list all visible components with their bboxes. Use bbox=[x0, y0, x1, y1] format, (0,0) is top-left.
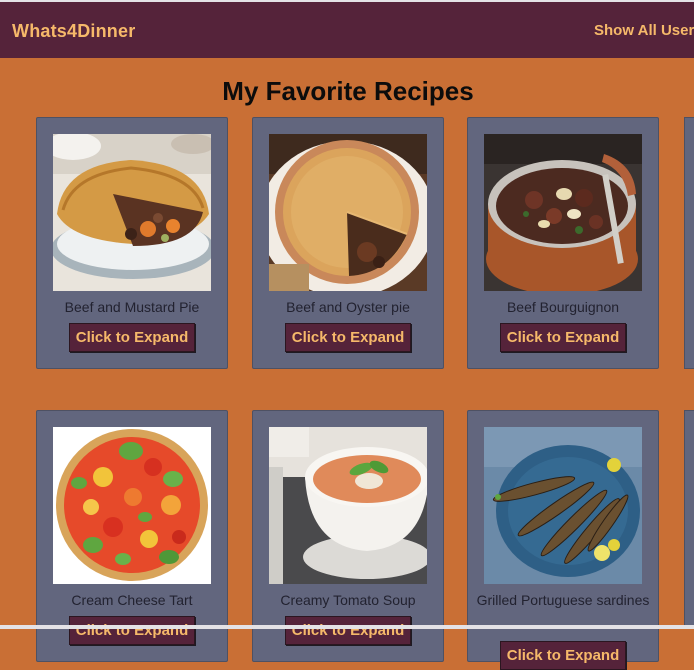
recipe-title: Beef Bourguignon bbox=[506, 299, 620, 315]
recipe-title: Creamy Tomato Soup bbox=[280, 592, 416, 608]
recipe-card: Beef and Oyster pie Click to Expand bbox=[252, 117, 444, 369]
recipe-title: Grilled Portuguese sardines bbox=[476, 592, 650, 608]
recipe-title: Beef and Mustard Pie bbox=[64, 299, 200, 315]
recipe-title: Beef and Oyster pie bbox=[286, 299, 410, 315]
expand-button[interactable]: Click to Expand bbox=[285, 616, 411, 645]
expand-button[interactable]: Click to Expand bbox=[69, 323, 195, 352]
recipe-image-creamy-tomato-soup[interactable] bbox=[269, 427, 427, 584]
show-all-users-link[interactable]: Show All Users bbox=[594, 22, 694, 39]
expand-button[interactable]: Click to Expand bbox=[500, 323, 626, 352]
expand-button[interactable]: Click to Expand bbox=[69, 616, 195, 645]
brand-logo[interactable]: Whats4Dinner bbox=[12, 21, 135, 42]
expand-button[interactable]: Click to Expand bbox=[500, 641, 626, 670]
recipe-image-beef-bourguignon[interactable] bbox=[484, 134, 642, 291]
expand-button[interactable]: Click to Expand bbox=[285, 323, 411, 352]
recipe-card-partial bbox=[684, 117, 694, 369]
recipe-image-beef-mustard-pie[interactable] bbox=[53, 134, 211, 291]
recipe-card: Beef Bourguignon Click to Expand bbox=[467, 117, 659, 369]
recipe-image-beef-oyster-pie[interactable] bbox=[269, 134, 427, 291]
recipe-image-grilled-sardines[interactable] bbox=[484, 427, 642, 584]
recipe-card: Beef and Mustard Pie Click to Expand bbox=[36, 117, 228, 369]
recipe-image-cream-cheese-tart[interactable] bbox=[53, 427, 211, 584]
window-bottom-edge bbox=[0, 625, 694, 629]
navbar: Whats4Dinner Show All Users bbox=[0, 2, 694, 58]
recipe-card-partial bbox=[684, 410, 694, 629]
recipe-title: Cream Cheese Tart bbox=[71, 592, 193, 608]
page-title: My Favorite Recipes bbox=[222, 76, 474, 106]
